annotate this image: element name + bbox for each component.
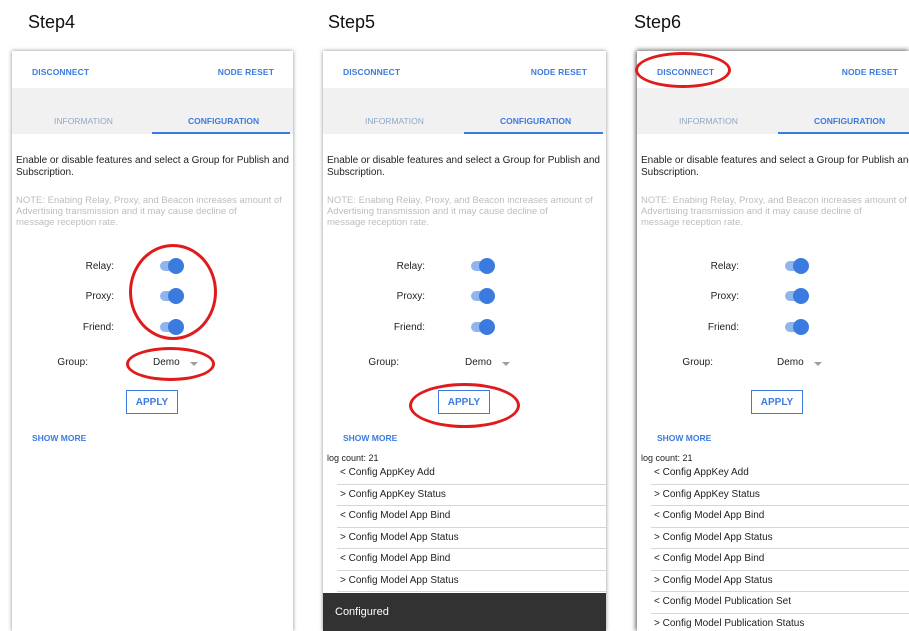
group-value: Demo (777, 357, 804, 368)
snackbar: Configured (323, 593, 606, 631)
tab-bar: INFORMATION CONFIGURATION (12, 88, 293, 134)
top-bar: DISCONNECT NODE RESET (12, 51, 293, 88)
friend-toggle[interactable] (469, 319, 495, 335)
tab-information[interactable]: INFORMATION (679, 116, 738, 126)
step6-screen: DISCONNECT NODE RESET INFORMATION CONFIG… (637, 51, 909, 631)
step5-title: Step5 (328, 12, 376, 32)
apply-button[interactable]: APPLY (438, 390, 490, 414)
note-text: NOTE: Enabing Relay, Proxy, and Beacon i… (16, 195, 282, 228)
proxy-label: Proxy: (396, 291, 425, 302)
group-value: Demo (153, 357, 180, 368)
list-item: > Config Model App Status (651, 528, 909, 549)
relay-label: Relay: (396, 261, 425, 272)
show-more-link[interactable]: SHOW MORE (32, 433, 86, 443)
chevron-down-icon (814, 362, 822, 366)
note-text: NOTE: Enabing Relay, Proxy, and Beacon i… (327, 195, 593, 228)
friend-toggle[interactable] (158, 319, 184, 335)
proxy-label: Proxy: (85, 291, 114, 302)
tab-indicator (152, 132, 290, 134)
apply-button[interactable]: APPLY (126, 390, 178, 414)
list-item: < Config AppKey Add (337, 463, 606, 485)
tab-configuration[interactable]: CONFIGURATION (500, 116, 571, 126)
list-item: > Config Model App Status (337, 571, 606, 592)
apply-button[interactable]: APPLY (751, 390, 803, 414)
list-item: > Config Model App Status (337, 528, 606, 549)
disconnect-button[interactable]: DISCONNECT (32, 67, 89, 77)
relay-toggle[interactable] (469, 258, 495, 274)
tab-information[interactable]: INFORMATION (365, 116, 424, 126)
tab-bar: INFORMATION CONFIGURATION (637, 88, 909, 134)
step4-screen: DISCONNECT NODE RESET INFORMATION CONFIG… (12, 51, 293, 631)
log-count: log count: 21 (327, 453, 379, 463)
relay-label: Relay: (85, 261, 114, 272)
relay-label: Relay: (710, 261, 739, 272)
proxy-toggle[interactable] (469, 288, 495, 304)
node-reset-button[interactable]: NODE RESET (842, 67, 898, 77)
proxy-toggle[interactable] (158, 288, 184, 304)
step4-title: Step4 (28, 12, 76, 32)
list-item: < Config AppKey Add (651, 463, 909, 485)
relay-toggle[interactable] (158, 258, 184, 274)
list-item: < Config Model App Bind (651, 549, 909, 571)
group-value: Demo (465, 357, 492, 368)
group-label: Group: (368, 357, 399, 368)
description-text: Enable or disable features and select a … (641, 155, 909, 178)
log-list: < Config AppKey Add > Config AppKey Stat… (337, 463, 606, 592)
description-text: Enable or disable features and select a … (16, 155, 289, 178)
chevron-down-icon (502, 362, 510, 366)
list-item: < Config Model Publication Set (651, 592, 909, 614)
list-item: > Config AppKey Status (651, 485, 909, 506)
tab-indicator (778, 132, 909, 134)
top-bar: DISCONNECT NODE RESET (637, 51, 909, 88)
friend-toggle[interactable] (783, 319, 809, 335)
relay-toggle[interactable] (783, 258, 809, 274)
tab-configuration[interactable]: CONFIGURATION (188, 116, 259, 126)
tab-indicator (464, 132, 603, 134)
list-item: > Config AppKey Status (337, 485, 606, 506)
list-item: < Config Model App Bind (651, 506, 909, 528)
friend-label: Friend: (82, 322, 114, 333)
chevron-down-icon (190, 362, 198, 366)
log-count: log count: 21 (641, 453, 693, 463)
friend-label: Friend: (393, 322, 425, 333)
step5-screen: DISCONNECT NODE RESET INFORMATION CONFIG… (323, 51, 606, 631)
proxy-toggle[interactable] (783, 288, 809, 304)
show-more-link[interactable]: SHOW MORE (343, 433, 397, 443)
friend-label: Friend: (707, 322, 739, 333)
list-item: > Config Model Publication Status (651, 614, 909, 631)
description-text: Enable or disable features and select a … (327, 155, 600, 178)
list-item: > Config Model App Status (651, 571, 909, 592)
show-more-link[interactable]: SHOW MORE (657, 433, 711, 443)
group-label: Group: (682, 357, 713, 368)
note-text: NOTE: Enabing Relay, Proxy, and Beacon i… (641, 195, 907, 228)
node-reset-button[interactable]: NODE RESET (218, 67, 274, 77)
list-item: < Config Model App Bind (337, 549, 606, 571)
top-bar: DISCONNECT NODE RESET (323, 51, 606, 88)
node-reset-button[interactable]: NODE RESET (531, 67, 587, 77)
group-label: Group: (57, 357, 88, 368)
log-list: < Config AppKey Add > Config AppKey Stat… (651, 463, 909, 631)
step6-title: Step6 (634, 12, 682, 32)
disconnect-button[interactable]: DISCONNECT (657, 67, 714, 77)
tab-bar: INFORMATION CONFIGURATION (323, 88, 606, 134)
tab-information[interactable]: INFORMATION (54, 116, 113, 126)
tab-configuration[interactable]: CONFIGURATION (814, 116, 885, 126)
proxy-label: Proxy: (710, 291, 739, 302)
list-item: < Config Model App Bind (337, 506, 606, 528)
disconnect-button[interactable]: DISCONNECT (343, 67, 400, 77)
